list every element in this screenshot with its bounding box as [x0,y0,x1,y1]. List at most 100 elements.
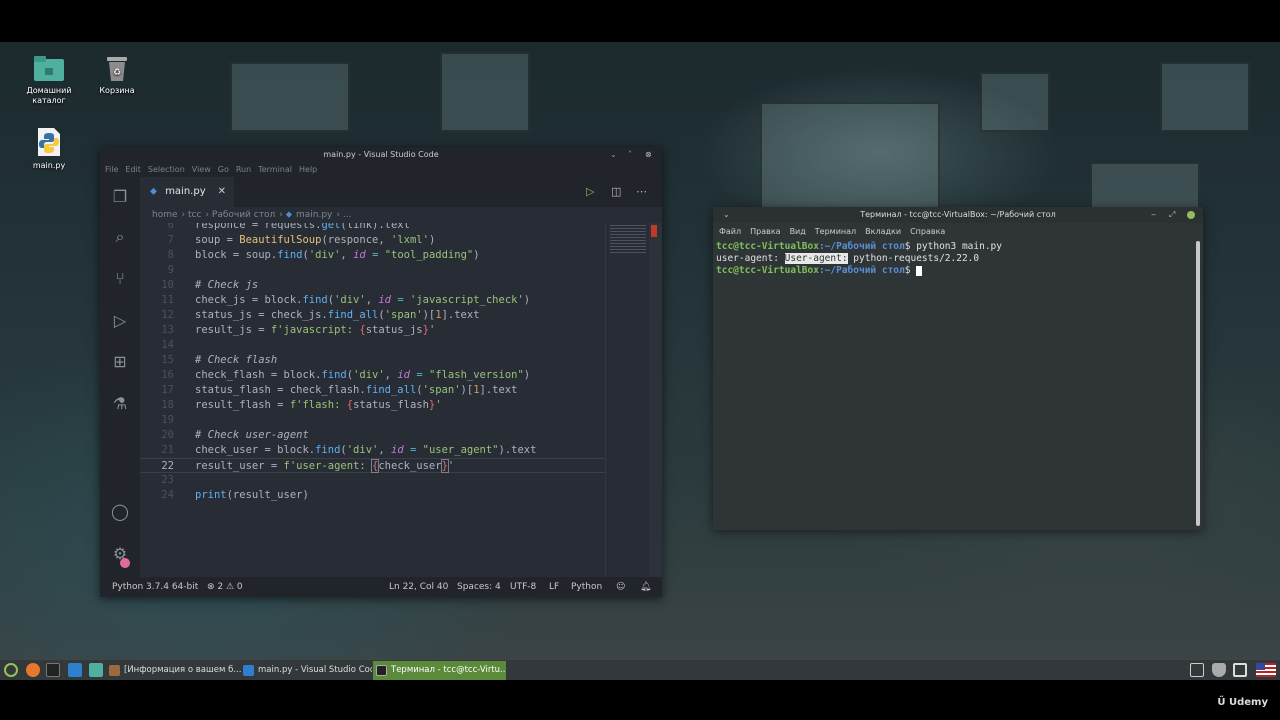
desktop-icon-label: main.py [32,161,66,170]
code-line[interactable]: 24 print(result_user) [140,488,605,503]
code-editor[interactable]: 6 responce = requests.get(link).text 7 sou… [140,223,605,577]
code-line[interactable]: 18 result_flash = f'flash: {status_flash}… [140,398,605,413]
line-number: 20 [161,429,174,441]
tab-close-icon[interactable]: ✕ [218,177,226,207]
terminal-titlebar[interactable]: ⌄ Терминал - tcc@tcc-VirtualBox: ~/Рабоч… [713,207,1203,223]
run-file-icon[interactable]: ▷ [586,177,594,207]
menu-edit[interactable]: Правка [750,227,780,236]
code-line[interactable]: 8 block = soup.find('div', id = "tool_pad… [140,248,605,263]
code-line[interactable]: 14 [140,338,605,353]
maximize-icon[interactable]: ˄ [628,147,632,163]
tab-main-py[interactable]: ⬥ main.py ✕ [140,177,234,207]
explorer-icon[interactable]: ❐ [110,187,130,207]
us-flag-icon[interactable] [1256,663,1276,677]
start-menu-icon[interactable] [4,663,18,677]
menu-view[interactable]: View [192,165,211,174]
taskbar-item-terminal[interactable]: Терминал - tcc@tcc-Virtu... [373,661,506,680]
feedback-icon[interactable]: ☺ [616,577,625,597]
run-debug-icon[interactable]: ▷ [110,311,130,331]
watermark-text: Udemy [1229,697,1268,708]
terminal-window[interactable]: ⌄ Терминал - tcc@tcc-VirtualBox: ~/Рабоч… [713,207,1203,530]
output-text: user-agent: [716,253,785,264]
vscode-launcher-icon[interactable] [68,663,82,677]
minimize-icon[interactable]: ‒ [1151,207,1156,223]
files-launcher-icon[interactable] [89,663,103,677]
taskbar-item-vscode[interactable]: main.py - Visual Studio Code [240,661,372,680]
menu-view[interactable]: Вид [790,227,806,236]
desktop-icon-trash[interactable]: ♻ Корзина [77,54,157,96]
indent-setting[interactable]: Spaces: 4 [457,577,501,597]
breadcrumb-item[interactable]: home [152,210,178,220]
python-interpreter[interactable]: Python 3.7.4 64-bit [112,577,198,597]
breadcrumb-item[interactable]: main.py [296,210,332,220]
language-mode[interactable]: Python [571,577,602,597]
udemy-logo-icon: Ű [1217,697,1229,708]
split-editor-icon[interactable]: ◫ [611,177,621,207]
desktop-icon-label: Домашний каталог [26,86,72,105]
menu-run[interactable]: Run [236,165,251,174]
menu-file[interactable]: File [105,165,118,174]
vscode-window[interactable]: main.py - Visual Studio Code ⌄ ˄ ⊗ File E… [100,147,662,597]
code-line[interactable]: 6 responce = requests.get(link).text [140,223,605,233]
minimize-icon[interactable]: ⌄ [610,147,617,163]
extensions-icon[interactable]: ⊞ [110,352,130,372]
selected-text[interactable]: User-agent: [784,253,848,264]
code-line[interactable]: 15 # Check flash [140,353,605,368]
account-icon[interactable]: ◯ [110,502,130,522]
firefox-icon[interactable] [26,663,40,677]
shield-icon[interactable] [1212,663,1226,677]
terminal-launcher-icon[interactable] [46,663,60,677]
terminal-scrollbar[interactable] [1196,241,1200,526]
code-line[interactable]: 11 check_js = block.find('div', id = 'jav… [140,293,605,308]
breadcrumb-item[interactable]: tcc [188,210,201,220]
testing-icon[interactable]: ⚗ [110,394,130,414]
maximize-icon[interactable]: ⤢ [1169,207,1175,223]
code-line[interactable]: 9 [140,263,605,278]
code-line[interactable]: 20 # Check user-agent [140,428,605,443]
code-line[interactable]: 21 check_user = block.find('div', id = "u… [140,443,605,458]
line-number: 19 [161,414,174,426]
source-control-icon[interactable]: ⑂ [110,269,130,289]
code-line-active[interactable]: 22 result_user = f'user-agent: {check_use… [140,458,605,473]
window-menu-icon[interactable]: ⌄ [723,207,730,223]
code-line[interactable]: 7 soup = BeautifulSoup(responce, 'lxml') [140,233,605,248]
close-icon[interactable]: ⊗ [645,147,652,163]
menu-help[interactable]: Справка [910,227,945,236]
menu-edit[interactable]: Edit [125,165,141,174]
code-line[interactable]: 23 [140,473,605,488]
menu-go[interactable]: Go [218,165,229,174]
bell-icon[interactable]: 🔔︎ [640,577,651,597]
code-line[interactable]: 17 status_flash = check_flash.find_all('s… [140,383,605,398]
terminal-output[interactable]: tcc@tcc-VirtualBox:~/Рабочий стол$ pytho… [716,241,1194,526]
menu-help[interactable]: Help [299,165,317,174]
end-of-line[interactable]: LF [549,577,559,597]
desktop-icon-main-py[interactable]: main.py [9,127,89,171]
breadcrumb-item[interactable]: Рабочий стол [212,210,275,220]
vscode-titlebar[interactable]: main.py - Visual Studio Code ⌄ ˄ ⊗ [100,147,662,163]
more-actions-icon[interactable]: ⋯ [636,177,647,207]
window-switcher-icon[interactable] [1233,663,1247,677]
breadcrumb-item[interactable]: ... [343,210,352,220]
code-line[interactable]: 13 result_js = f'javascript: {status_js}' [140,323,605,338]
code-line[interactable]: 12 status_js = check_js.find_all('span')[… [140,308,605,323]
cursor-position[interactable]: Ln 22, Col 40 [389,577,448,597]
search-icon[interactable]: ⌕ [110,227,130,247]
menu-terminal[interactable]: Терминал [815,227,856,236]
code-line[interactable]: 16 check_flash = block.find('div', id = "… [140,368,605,383]
problems-indicator[interactable]: ⊗ 2 ⚠ 0 [207,577,243,597]
code-line[interactable]: 10 # Check js [140,278,605,293]
menu-tabs[interactable]: Вкладки [865,227,901,236]
taskbar-item-info[interactable]: [Информация о вашем б... [106,661,241,680]
code-line[interactable]: 19 [140,413,605,428]
editor-scrollbar[interactable] [649,223,662,577]
menu-selection[interactable]: Selection [148,165,185,174]
clipboard-icon[interactable] [1190,663,1204,677]
menu-terminal[interactable]: Terminal [258,165,292,174]
line-number: 23 [161,474,174,486]
line-number: 7 [167,234,174,246]
minimap[interactable] [605,223,649,577]
menu-file[interactable]: Файл [719,227,741,236]
close-icon[interactable] [1187,211,1195,219]
line-number: 12 [161,309,174,321]
encoding[interactable]: UTF-8 [510,577,536,597]
